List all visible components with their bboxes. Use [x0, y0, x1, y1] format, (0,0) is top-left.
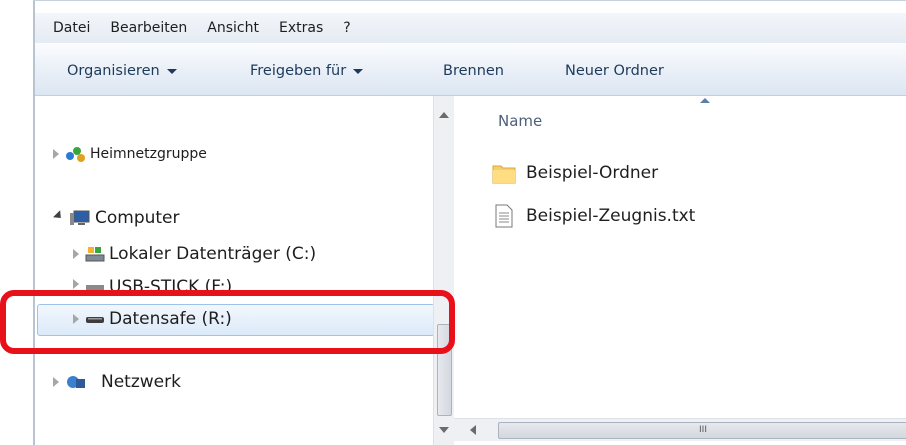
command-bar: Organisieren Freigeben für Brennen Neuer…	[35, 43, 906, 96]
scroll-up-icon[interactable]	[439, 112, 449, 118]
organize-button[interactable]: Organisieren	[67, 63, 177, 79]
menu-help[interactable]: ?	[343, 20, 350, 36]
menu-datei[interactable]: Datei	[53, 20, 90, 36]
collapse-arrow-icon[interactable]	[53, 210, 65, 222]
nav-label-computer: Computer	[95, 208, 180, 228]
red-highlight-box	[0, 290, 455, 354]
expand-arrow-icon[interactable]	[53, 377, 59, 387]
nav-label-usb: USB-STICK (F:)	[109, 277, 233, 291]
file-list-pane: Name Beispiel-Ordner Beispiel-Zeugnis.tx…	[454, 96, 906, 445]
menu-ansicht[interactable]: Ansicht	[207, 20, 259, 36]
horizontal-scrollbar[interactable]: III	[454, 418, 906, 441]
local-disk-icon	[85, 247, 105, 262]
share-label: Freigeben für	[250, 63, 347, 79]
expand-arrow-icon[interactable]	[73, 279, 79, 289]
file-item-text[interactable]: Beispiel-Zeugnis.txt	[492, 204, 695, 228]
chevron-down-icon	[166, 68, 177, 74]
nav-label-local-disk: Lokaler Datenträger (C:)	[109, 244, 317, 264]
nav-label-homegroup: Heimnetzgruppe	[90, 146, 207, 162]
homegroup-icon	[66, 147, 85, 162]
sort-ascending-icon	[700, 98, 710, 103]
computer-icon	[70, 210, 90, 225]
nav-item-network[interactable]: Netzwerk	[53, 369, 181, 395]
network-icon	[67, 376, 85, 388]
menu-extras[interactable]: Extras	[279, 20, 323, 36]
explorer-window: Datei Bearbeiten Ansicht Extras ? Organi…	[33, 0, 906, 445]
burn-button[interactable]: Brennen	[443, 63, 504, 79]
menu-bearbeiten[interactable]: Bearbeiten	[110, 20, 187, 36]
scrollbar-thumb-horizontal[interactable]: III	[498, 422, 906, 439]
folder-icon	[492, 165, 516, 184]
nav-item-local-disk[interactable]: Lokaler Datenträger (C:)	[73, 241, 316, 267]
file-name-folder: Beispiel-Ordner	[526, 163, 659, 183]
expand-arrow-icon[interactable]	[53, 149, 59, 159]
usb-drive-icon	[86, 285, 104, 290]
new-folder-button[interactable]: Neuer Ordner	[565, 63, 664, 79]
chevron-down-icon	[353, 68, 364, 74]
column-header-name[interactable]: Name	[498, 112, 542, 130]
organize-label: Organisieren	[67, 63, 160, 79]
file-item-folder[interactable]: Beispiel-Ordner	[492, 162, 658, 184]
scroll-left-icon[interactable]	[470, 425, 476, 435]
scroll-down-icon[interactable]	[439, 427, 449, 433]
navigation-pane: Heimnetzgruppe Computer Lokaler Datenträ…	[35, 96, 435, 445]
expand-arrow-icon[interactable]	[73, 249, 79, 259]
nav-item-computer[interactable]: Computer	[53, 205, 180, 231]
nav-item-usb[interactable]: USB-STICK (F:)	[73, 277, 232, 291]
nav-scrollbar[interactable]	[433, 96, 454, 445]
text-file-icon	[495, 204, 513, 228]
nav-item-homegroup[interactable]: Heimnetzgruppe	[53, 141, 207, 167]
menu-bar: Datei Bearbeiten Ansicht Extras ?	[35, 13, 906, 43]
share-button[interactable]: Freigeben für	[250, 63, 364, 79]
file-name-text: Beispiel-Zeugnis.txt	[526, 206, 696, 226]
nav-label-network: Netzwerk	[101, 372, 181, 392]
